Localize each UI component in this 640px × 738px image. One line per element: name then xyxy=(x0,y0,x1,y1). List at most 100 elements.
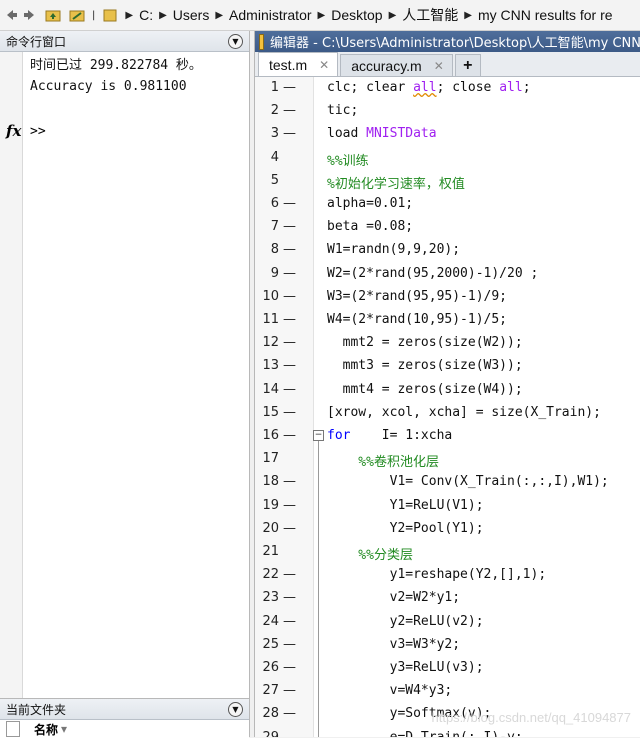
fold-toggle-icon[interactable]: − xyxy=(313,430,324,441)
code-line[interactable]: 27 — v=W4*y3; xyxy=(255,680,640,703)
tab-test-m[interactable]: test.m ✕ xyxy=(258,52,339,76)
code-line[interactable]: 14 — mmt4 = zeros(size(W4)); xyxy=(255,379,640,402)
breakpoint-marker[interactable]: — xyxy=(283,428,296,443)
code-line[interactable]: 4 %%训练 xyxy=(255,147,640,170)
code-text: e=D_Train(:,I)-y; xyxy=(327,730,523,737)
line-number: 23 xyxy=(262,590,279,606)
code-line[interactable]: 12 — mmt2 = zeros(size(W2)); xyxy=(255,332,640,355)
fold-guide xyxy=(318,441,319,737)
breadcrumb-desktop[interactable]: Desktop xyxy=(331,7,382,23)
current-folder-title: 当前文件夹 xyxy=(6,702,67,717)
breakpoint-marker[interactable]: — xyxy=(283,80,296,95)
code-area[interactable]: 1 — clc; clear all; close all; 2 — tic; 3 — load… xyxy=(255,77,640,737)
breakpoint-marker[interactable]: — xyxy=(283,567,296,582)
breakpoint-marker[interactable]: — xyxy=(283,614,296,629)
breakpoint-marker[interactable]: — xyxy=(283,382,296,397)
code-line[interactable]: 7 — beta =0.08; xyxy=(255,216,640,239)
breakpoint-marker[interactable]: — xyxy=(283,498,296,513)
breadcrumb-administrator[interactable]: Administrator xyxy=(229,7,311,23)
panel-menu-icon[interactable]: ▼ xyxy=(228,702,243,717)
command-window-body[interactable]: 时间已过 299.822784 秒。 Accuracy is 0.981100 … xyxy=(0,52,249,717)
close-icon[interactable]: ✕ xyxy=(319,58,329,72)
panel-menu-icon[interactable]: ▼ xyxy=(228,34,243,49)
code-text: load MNISTData xyxy=(327,126,437,142)
forward-arrow-icon[interactable] xyxy=(22,7,38,23)
code-line[interactable]: 6 — alpha=0.01; xyxy=(255,193,640,216)
line-number: 6 xyxy=(270,196,279,211)
code-line[interactable]: 22 — y1=reshape(Y2,[],1); xyxy=(255,564,640,587)
breadcrumb-cnn-results[interactable]: my CNN results for re xyxy=(478,7,613,23)
line-number: 3 xyxy=(270,126,279,142)
code-text: clc; clear all; close all; xyxy=(327,80,531,95)
output-elapsed-time: 时间已过 299.822784 秒。 xyxy=(30,58,202,73)
code-line[interactable]: 1 — clc; clear all; close all; xyxy=(255,77,640,100)
chevron-right-icon: ▶ xyxy=(159,9,167,21)
line-number: 21 xyxy=(262,544,279,559)
code-line[interactable]: 17 %%卷积池化层 xyxy=(255,448,640,471)
fx-icon[interactable]: fx xyxy=(6,122,21,140)
code-text: y2=ReLU(v2); xyxy=(327,613,484,629)
chevron-right-icon: ▶ xyxy=(215,9,224,21)
code-line[interactable]: 24 — y2=ReLU(v2); xyxy=(255,611,640,634)
back-arrow-icon[interactable] xyxy=(3,7,19,23)
up-folder-icon[interactable] xyxy=(44,6,62,24)
code-line[interactable]: 3 — load MNISTData xyxy=(255,123,640,146)
breakpoint-marker[interactable]: — xyxy=(283,219,296,234)
code-text: %初始化学习速率，权值 xyxy=(327,176,465,192)
breakpoint-marker[interactable]: — xyxy=(283,683,296,698)
line-number: 18 xyxy=(262,474,279,490)
code-line[interactable]: 13 — mmt3 = zeros(size(W3)); xyxy=(255,355,640,378)
breadcrumb-ai[interactable]: 人工智能 xyxy=(402,5,458,25)
code-text: Y2=Pool(Y1); xyxy=(327,520,484,536)
breakpoint-marker[interactable]: — xyxy=(283,637,296,652)
code-line[interactable]: 8 — W1=randn(9,9,20); xyxy=(255,239,640,262)
breakpoint-marker[interactable]: — xyxy=(283,242,296,257)
code-text: W3=(2*rand(95,95)-1)/9; xyxy=(327,288,508,304)
code-line[interactable]: 21 %%分类层 xyxy=(255,541,640,564)
breakpoint-marker[interactable]: — xyxy=(283,312,296,327)
breakpoint-marker[interactable]: — xyxy=(283,660,296,675)
code-line[interactable]: 16 — − for I= 1:xcha xyxy=(255,425,640,448)
code-line[interactable]: 2 — tic; xyxy=(255,100,640,123)
close-icon[interactable]: ✕ xyxy=(434,59,444,73)
breakpoint-marker[interactable]: — xyxy=(283,474,296,489)
code-line[interactable]: 11 — W4=(2*rand(10,95)-1)/5; xyxy=(255,309,640,332)
breadcrumb-drive[interactable]: C: xyxy=(139,7,153,23)
breakpoint-marker[interactable]: — xyxy=(283,706,296,721)
breakpoint-marker[interactable]: — xyxy=(283,196,296,211)
code-line[interactable]: 23 — v2=W2*y1; xyxy=(255,587,640,610)
breakpoint-marker[interactable]: — xyxy=(283,335,296,350)
breakpoint-marker[interactable]: — xyxy=(283,126,296,141)
tab-accuracy-m[interactable]: accuracy.m ✕ xyxy=(340,54,453,76)
breakpoint-marker[interactable]: — xyxy=(283,590,296,605)
breadcrumb-users[interactable]: Users xyxy=(173,7,210,23)
code-text: mmt4 = zeros(size(W4)); xyxy=(327,381,523,397)
code-line[interactable]: 19 — Y1=ReLU(V1); xyxy=(255,495,640,518)
breakpoint-marker[interactable]: — xyxy=(283,289,296,304)
code-line[interactable]: 5 %初始化学习速率，权值 xyxy=(255,170,640,193)
code-line[interactable]: 15 — [xrow, xcol, xcha] = size(X_Train); xyxy=(255,402,640,425)
browse-folder-icon[interactable] xyxy=(68,6,86,24)
code-line[interactable]: 26 — y3=ReLU(v3); xyxy=(255,657,640,680)
code-line[interactable]: 18 — V1= Conv(X_Train(:,:,I),W1); xyxy=(255,471,640,494)
column-name-header[interactable]: 名称 xyxy=(34,721,58,738)
select-all-checkbox[interactable] xyxy=(6,721,20,737)
code-line[interactable]: 9 — W2=(2*rand(95,2000)-1)/20 ; xyxy=(255,263,640,286)
breakpoint-marker[interactable]: — xyxy=(283,358,296,373)
line-number: 2 xyxy=(270,103,279,119)
breakpoint-marker[interactable]: — xyxy=(283,103,296,118)
code-text: v3=W3*y2; xyxy=(327,636,461,652)
code-line[interactable]: 10 — W3=(2*rand(95,95)-1)/9; xyxy=(255,286,640,309)
code-line[interactable]: 20 — Y2=Pool(Y1); xyxy=(255,518,640,541)
breakpoint-marker[interactable]: — xyxy=(283,730,296,737)
code-text: W4=(2*rand(10,95)-1)/5; xyxy=(327,312,508,327)
tab-label: test.m xyxy=(269,56,308,73)
code-text: beta =0.08; xyxy=(327,219,414,235)
code-line[interactable]: 25 — v3=W3*y2; xyxy=(255,634,640,657)
add-tab-button[interactable]: + xyxy=(454,54,481,76)
breakpoint-marker[interactable]: — xyxy=(283,266,296,281)
sort-arrow-icon[interactable]: ▾ xyxy=(61,722,67,736)
breakpoint-marker[interactable]: — xyxy=(283,405,296,420)
breakpoint-marker[interactable]: — xyxy=(283,521,296,536)
code-line[interactable]: 29 — e=D_Train(:,I)-y; xyxy=(255,727,640,737)
